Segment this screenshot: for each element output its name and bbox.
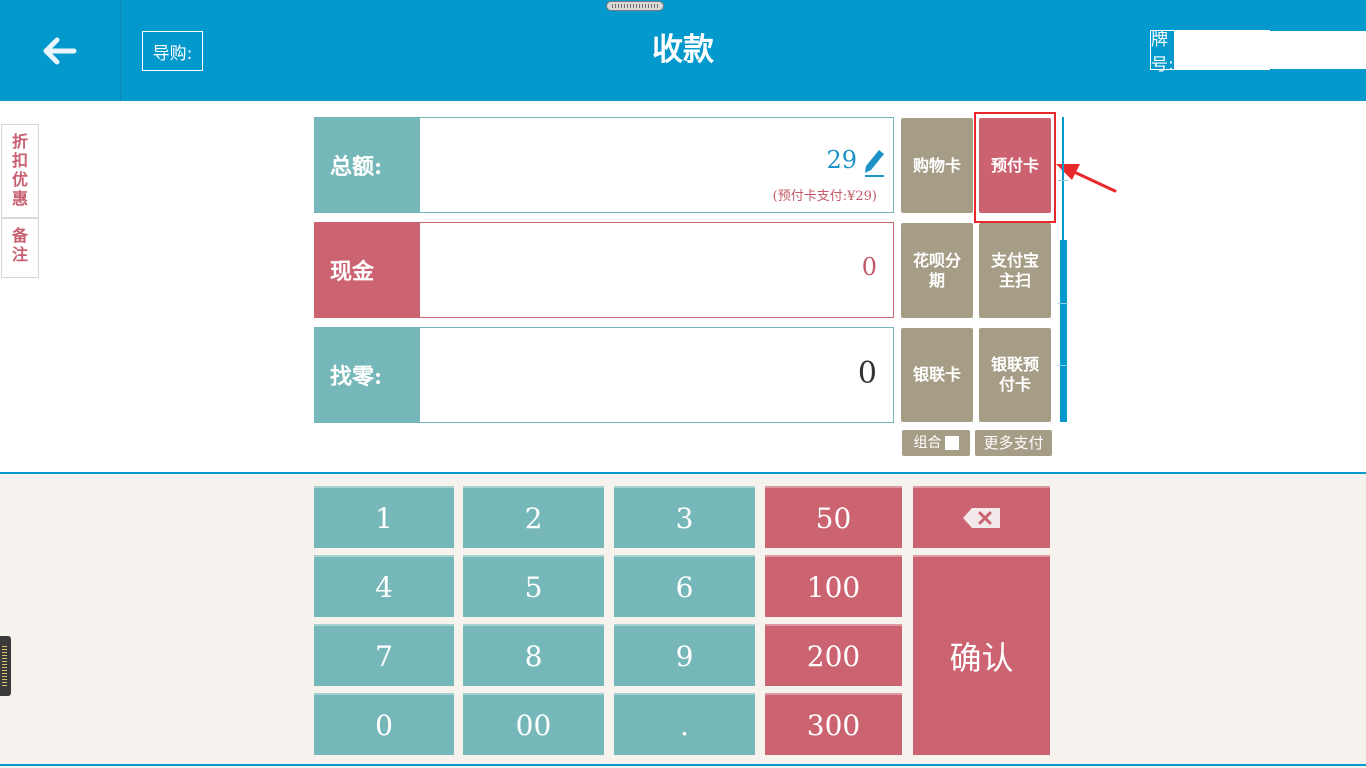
key-00[interactable]: 00 — [463, 693, 604, 755]
quick-amount-50[interactable]: 50 — [765, 486, 902, 548]
drag-handle-grip-icon — [612, 4, 658, 8]
change-value-area: 0 — [420, 328, 893, 422]
change-label: 找零: — [315, 328, 420, 422]
huabei-installment-label: 花呗分期 — [912, 250, 961, 290]
scrollbar-tick — [1058, 180, 1068, 181]
unionpay-prepaid-label: 银联预付卡 — [990, 355, 1039, 394]
combine-payment-label: 组合 — [913, 435, 942, 451]
alipay-scan-label: 支付宝主扫 — [990, 250, 1039, 290]
pencil-icon[interactable] — [862, 148, 886, 178]
key-2[interactable]: 2 — [463, 486, 604, 548]
key-3[interactable]: 3 — [614, 486, 755, 548]
total-value: 29 — [826, 146, 857, 174]
more-payment-label: 更多支付 — [983, 434, 1044, 452]
total-label: 总额: — [315, 118, 420, 212]
total-value-area: 29 (预付卡支付:¥29) — [420, 118, 893, 212]
cash-input[interactable]: 0 — [420, 223, 893, 317]
huabei-installment-button[interactable]: 花呗分期 — [901, 223, 973, 318]
shopping-card-button[interactable]: 购物卡 — [901, 118, 973, 213]
key-7[interactable]: 7 — [314, 624, 454, 686]
scrollbar-tick — [1058, 303, 1068, 304]
key-9[interactable]: 9 — [614, 624, 755, 686]
discount-tab-label: 折扣优惠 — [11, 132, 28, 208]
unionpay-card-button[interactable]: 银联卡 — [901, 328, 973, 422]
key-1[interactable]: 1 — [314, 486, 454, 548]
arrow-left-icon — [43, 37, 77, 64]
total-note: (预付卡支付:¥29) — [772, 189, 877, 204]
shopping-card-label: 购物卡 — [912, 155, 961, 175]
cash-value: 0 — [861, 253, 877, 281]
cash-row[interactable]: 现金 0 — [314, 222, 894, 318]
change-value: 0 — [857, 356, 877, 391]
shopping-guide-button[interactable]: 导购: — [142, 31, 203, 71]
badge-number-label: 牌号: — [1151, 30, 1174, 75]
cash-label: 现金 — [315, 223, 420, 317]
payment-scrollbar-thumb[interactable] — [1060, 240, 1067, 422]
note-tab[interactable]: 备注 — [1, 218, 39, 278]
combine-checkbox[interactable] — [944, 436, 959, 450]
bottom-border — [0, 764, 1366, 766]
more-payment-button[interactable]: 更多支付 — [975, 430, 1052, 456]
note-tab-label: 备注 — [11, 226, 28, 264]
unionpay-prepaid-button[interactable]: 银联预付卡 — [979, 328, 1051, 422]
key-8[interactable]: 8 — [463, 624, 604, 686]
help-icon[interactable] — [1282, 37, 1306, 61]
key-6[interactable]: 6 — [614, 555, 755, 617]
confirm-button[interactable]: 确认 — [913, 555, 1050, 755]
side-handle-grip-icon — [2, 646, 7, 686]
discount-tab[interactable]: 折扣优惠 — [1, 124, 39, 218]
back-button[interactable] — [0, 0, 121, 101]
backspace-button[interactable] — [913, 486, 1050, 548]
quick-amount-300[interactable]: 300 — [765, 693, 902, 755]
alipay-scan-button[interactable]: 支付宝主扫 — [979, 223, 1051, 318]
scrollbar-tick — [1058, 365, 1068, 366]
quick-amount-100[interactable]: 100 — [765, 555, 902, 617]
key-4[interactable]: 4 — [314, 555, 454, 617]
settings-link[interactable]: 设置 — [1312, 36, 1346, 62]
backspace-icon — [962, 508, 1000, 528]
unionpay-card-label: 银联卡 — [912, 365, 961, 384]
badge-number-field: 牌号: — [1150, 30, 1366, 75]
change-row: 找零: 0 — [314, 327, 894, 423]
key-5[interactable]: 5 — [463, 555, 604, 617]
total-row: 总额: 29 (预付卡支付:¥29) — [314, 117, 894, 213]
key-0[interactable]: 0 — [314, 693, 454, 755]
page-title: 收款 — [652, 32, 714, 68]
combine-payment-toggle[interactable]: 组合 — [902, 430, 970, 456]
key-decimal[interactable]: . — [614, 693, 755, 755]
quick-amount-200[interactable]: 200 — [765, 624, 902, 686]
selection-highlight-box — [974, 112, 1056, 223]
